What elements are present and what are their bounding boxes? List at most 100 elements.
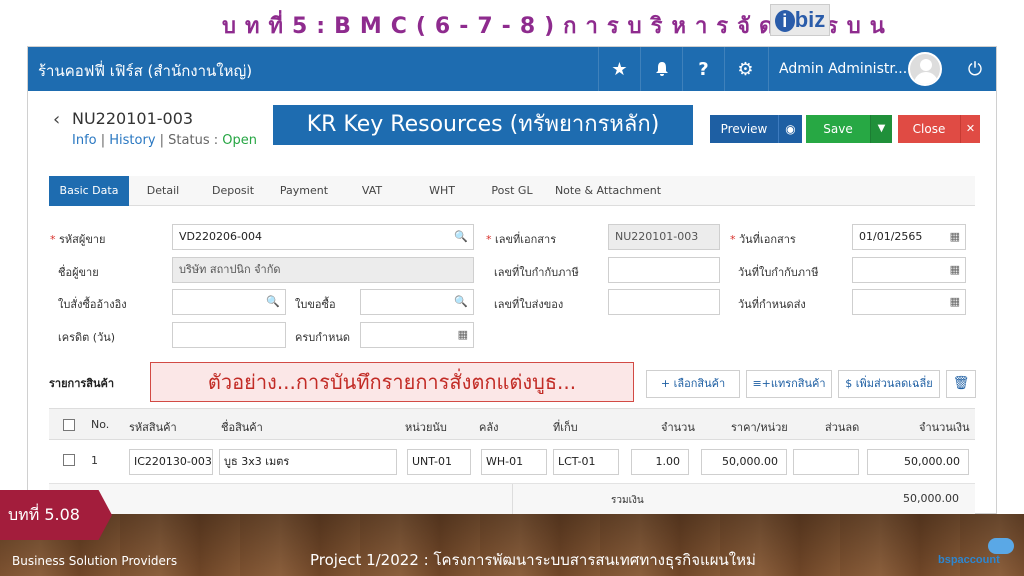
doc-no-field: NU220101-003 (608, 224, 720, 250)
delivery-date-label: วันที่กำหนดส่ง (738, 298, 806, 311)
items-section-label: รายการสินค้า (49, 377, 115, 390)
top-navbar: ร้านคอฟฟี่ เฟิร์ส (สำนักงานใหญ่) ★ ? ⚙ A… (28, 47, 996, 91)
slide-header: บทที่5:BMC(6-7-8)การบริหารจัดการบน i biz (0, 0, 1024, 46)
row-checkbox[interactable] (63, 454, 75, 466)
total-row: รวมเงิน 50,000.00 (49, 484, 975, 514)
row-unit-field[interactable]: UNT-01 (407, 449, 471, 475)
document-links: Info | History | Status : Open (72, 133, 257, 148)
col-warehouse: คลัง (479, 421, 499, 434)
row-location-field[interactable]: LCT-01 (553, 449, 619, 475)
credit-label: เครดิต (วัน) (58, 331, 116, 344)
document-header: ‹ NU220101-003 Info | History | Status :… (28, 91, 996, 176)
row-discount-field[interactable] (793, 449, 859, 475)
select-product-button[interactable]: + เลือกสินค้า (646, 370, 740, 398)
bell-icon[interactable] (640, 47, 682, 91)
example-callout: ตัวอย่าง...การบันทึกรายการสั่งตกแต่งบูธ.… (150, 362, 634, 402)
insert-product-button[interactable]: ≡+แทรกสินค้า (746, 370, 832, 398)
row-price-field[interactable]: 50,000.00 (701, 449, 787, 475)
col-qty: จำนวน (661, 421, 695, 434)
add-avg-discount-button[interactable]: $ เพิ่มส่วนลดเฉลี่ย (838, 370, 940, 398)
tab-bar: Basic Data Detail Deposit Payment VAT WH… (49, 176, 975, 206)
vendor-name-label: ชื่อผู้ขาย (58, 266, 99, 279)
row-qty-field[interactable]: 1.00 (631, 449, 689, 475)
close-button[interactable]: Close (898, 115, 960, 143)
help-icon[interactable]: ? (682, 47, 724, 91)
calendar-icon[interactable]: ▦ (950, 225, 960, 249)
bsp-logo-text: bspaccount (938, 554, 1000, 566)
search-icon[interactable]: 🔍 (266, 290, 280, 314)
tab-vat[interactable]: VAT (349, 176, 395, 206)
tab-post-gl[interactable]: Post GL (485, 176, 539, 206)
doc-date-label: * วันที่เอกสาร (730, 233, 796, 246)
tab-note-attachment[interactable]: Note & Attachment (553, 176, 663, 206)
avatar[interactable] (908, 52, 942, 86)
close-x-icon[interactable]: ✕ (960, 115, 980, 143)
row-no: 1 (91, 454, 98, 467)
tax-invoice-date-field[interactable]: ▦ (852, 257, 966, 283)
save-dropdown-caret-icon[interactable]: ▼ (870, 115, 892, 143)
trash-icon[interactable]: 🗑 (946, 370, 976, 398)
status-badge: Open (222, 133, 257, 148)
footer-center-text: Project 1/2022 : โครงการพัฒนาระบบสารสนเท… (310, 551, 756, 569)
vendor-name-field: บริษัท สถาปนิก จำกัด (172, 257, 474, 283)
row-code-field[interactable]: IC220130-003 (129, 449, 213, 475)
col-price: ราคา/หน่วย (731, 421, 788, 434)
ibiz-logo: i biz (770, 4, 830, 36)
back-chevron-icon[interactable]: ‹ (53, 109, 60, 130)
po-ref-field[interactable]: 🔍 (172, 289, 286, 315)
tab-deposit[interactable]: Deposit (201, 176, 265, 206)
doc-no-label: * เลขที่เอกสาร (486, 233, 557, 246)
table-row: 1 IC220130-003 บูธ 3x3 เมตร UNT-01 WH-01… (49, 440, 975, 484)
search-icon[interactable]: 🔍 (454, 290, 468, 314)
pr-field[interactable]: 🔍 (360, 289, 474, 315)
history-link[interactable]: History (109, 133, 155, 148)
bsp-logo: bspaccount (938, 538, 1018, 572)
total-value: 50,000.00 (903, 492, 959, 505)
vendor-code-field[interactable]: VD220206-004 🔍 (172, 224, 474, 250)
calendar-icon[interactable]: ▦ (950, 290, 960, 314)
due-label: ครบกำหนด (295, 331, 350, 344)
calendar-icon[interactable]: ▦ (458, 323, 468, 347)
user-name[interactable]: Admin Administr... (768, 47, 908, 91)
row-name-field[interactable]: บูธ 3x3 เมตร (219, 449, 397, 475)
star-icon[interactable]: ★ (598, 47, 640, 91)
save-button[interactable]: Save (806, 115, 870, 143)
calendar-icon[interactable]: ▦ (950, 258, 960, 282)
pr-label: ใบขอซื้อ (295, 298, 336, 311)
gear-icon[interactable]: ⚙ (724, 47, 766, 91)
search-icon[interactable]: 🔍 (454, 225, 468, 249)
tax-invoice-no-field[interactable] (608, 257, 720, 283)
col-discount: ส่วนลด (825, 421, 860, 434)
row-amount-field[interactable]: 50,000.00 (867, 449, 969, 475)
eye-icon[interactable]: ◉ (778, 115, 802, 143)
cloud-icon (988, 538, 1014, 554)
tab-payment[interactable]: Payment (271, 176, 337, 206)
row-warehouse-field[interactable]: WH-01 (481, 449, 547, 475)
total-label: รวมเงิน (611, 495, 644, 506)
credit-days-field[interactable] (172, 322, 286, 348)
col-unit: หน่วยนับ (405, 421, 447, 434)
col-location: ที่เก็บ (553, 421, 578, 434)
delivery-date-field[interactable]: ▦ (852, 289, 966, 315)
items-grid-header: No. รหัสสินค้า ชื่อสินค้า หน่วยนับ คลัง … (49, 408, 975, 440)
footer-left-text: Business Solution Providers (12, 554, 178, 568)
preview-button[interactable]: Preview (710, 115, 778, 143)
select-all-checkbox[interactable] (63, 419, 75, 431)
tab-wht[interactable]: WHT (417, 176, 467, 206)
chapter-tag: บทที่ 5.08 (0, 490, 112, 540)
vendor-code-label: * รหัสผู้ขาย (50, 233, 106, 246)
tab-basic-data[interactable]: Basic Data (49, 176, 129, 206)
col-amount: จำนวนเงิน (919, 421, 970, 434)
tax-invoice-date-label: วันที่ใบกำกับภาษี (738, 266, 819, 279)
tax-invoice-no-label: เลขที่ใบกำกับภาษี (494, 266, 579, 279)
col-code: รหัสสินค้า (129, 421, 177, 434)
tab-detail[interactable]: Detail (135, 176, 191, 206)
info-link[interactable]: Info (72, 133, 97, 148)
document-number: NU220101-003 (72, 109, 194, 128)
kr-banner: KR Key Resources (ทรัพยากรหลัก) (273, 105, 693, 145)
power-icon[interactable]: ⏻ (954, 47, 996, 91)
due-date-field[interactable]: ▦ (360, 322, 474, 348)
delivery-no-field[interactable] (608, 289, 720, 315)
doc-date-field[interactable]: 01/01/2565 ▦ (852, 224, 966, 250)
col-name: ชื่อสินค้า (221, 421, 263, 434)
